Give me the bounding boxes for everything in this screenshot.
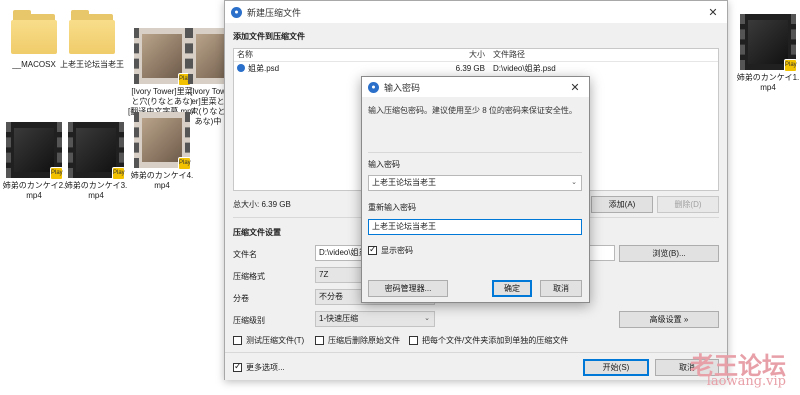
close-icon[interactable]: ✕ [699, 6, 727, 19]
reenter-password-input[interactable]: 上老王论坛当老王 [368, 219, 582, 235]
video-thumbnail: Play [6, 122, 63, 180]
column-header-size[interactable]: 大小 [424, 49, 489, 61]
split-label: 分卷 [233, 294, 249, 303]
enter-password-label: 输入密码 [368, 160, 400, 169]
separate-archives-checkbox[interactable]: 把每个文件/文件夹添加到单独的压缩文件 [409, 335, 568, 346]
chevron-down-icon: ⌄ [424, 315, 430, 322]
enter-password-input[interactable]: 上老王论坛当老王 ⌄ [368, 175, 582, 191]
file-row[interactable]: 姐弟.psd 6.39 GB D:\video\姐弟.psd [234, 62, 718, 75]
window-title: 新建压缩文件 [247, 7, 302, 18]
password-hint: 输入压缩包密码。建议使用至少 8 位的密码来保证安全性。 [368, 106, 577, 115]
checkbox-box [315, 336, 324, 345]
advanced-settings-button[interactable]: 高级设置 » [619, 311, 719, 328]
add-button[interactable]: 添加(A) [591, 196, 653, 213]
format-value: 7Z [319, 270, 329, 279]
start-button[interactable]: 开始(S) [583, 359, 649, 376]
video-thumbnail: Play [134, 28, 191, 86]
dialog-cancel-button[interactable]: 取消 [540, 280, 582, 297]
checkbox-box [409, 336, 418, 345]
filename-label: 文件名 [233, 250, 257, 259]
settings-heading: 压缩文件设置 [233, 228, 281, 237]
total-size: 总大小: 6.39 GB [233, 200, 291, 209]
desktop-video-ivory-1[interactable]: Play [Ivory Tower]里菜と穴(りなとあな)[翻译中文字幕.mp4 [128, 28, 196, 117]
close-icon[interactable]: ✕ [561, 81, 589, 94]
browse-button[interactable]: 浏览(B)... [619, 245, 719, 262]
desktop-video-kankei-4[interactable]: Play 姉弟のカンケイ4.mp4 [128, 112, 196, 191]
bottom-bar: 更多选项... 开始(S) 取消 [225, 352, 727, 380]
chevron-down-icon[interactable]: ⌄ [571, 176, 577, 190]
level-value: 1-快速压缩 [319, 314, 359, 323]
file-name: 姐弟.psd [248, 64, 280, 73]
folder-icon [69, 10, 115, 54]
checkbox-box [233, 336, 242, 345]
format-label: 压缩格式 [233, 272, 265, 281]
checkbox-box [233, 361, 242, 372]
delete-button[interactable]: 删除(D) [657, 196, 719, 213]
reenter-password-label: 重新输入密码 [368, 203, 416, 212]
desktop-item-label: 上老王论坛当老王 [60, 60, 124, 69]
level-select[interactable]: 1-快速压缩 ⌄ [315, 311, 435, 327]
delete-after-checkbox[interactable]: 压缩后删除原始文件 [315, 335, 400, 346]
watermark-url: laowang.vip [706, 374, 786, 389]
test-archive-checkbox[interactable]: 测试压缩文件(T) [233, 335, 304, 346]
play-badge-icon: Play [178, 157, 191, 170]
delete-after-label: 压缩后删除原始文件 [328, 336, 400, 345]
show-password-label: 显示密码 [381, 246, 413, 255]
show-password-checkbox[interactable]: 显示密码 [368, 244, 413, 256]
desktop-item-label: 姉弟のカンケイ2.mp4 [2, 181, 66, 200]
column-header-name[interactable]: 名称 [234, 49, 424, 61]
app-logo-icon: ● [368, 81, 379, 93]
window-titlebar[interactable]: ● 新建压缩文件 ✕ [225, 1, 727, 23]
more-options-label: 更多选项... [246, 363, 285, 372]
file-type-icon [237, 64, 245, 72]
desktop-video-kankei-2[interactable]: Play 姉弟のカンケイ2.mp4 [0, 122, 68, 201]
desktop-video-kankei-3[interactable]: Play 姉弟のカンケイ3.mp4 [62, 122, 130, 201]
dialog-titlebar[interactable]: ● 输入密码 ✕ [362, 77, 589, 97]
video-thumbnail: Play [68, 122, 125, 180]
more-options-checkbox[interactable]: 更多选项... [233, 361, 285, 373]
folder-icon [11, 10, 57, 54]
ok-button[interactable]: 确定 [492, 280, 532, 297]
desktop-folder-laowang[interactable]: 上老王论坛当老王 [58, 10, 126, 70]
video-thumbnail: Play [134, 112, 191, 170]
desktop-item-label: 姉弟のカンケイ1.mp4 [736, 73, 800, 92]
password-dialog: ● 输入密码 ✕ 输入压缩包密码。建议使用至少 8 位的密码来保证安全性。 输入… [361, 76, 590, 303]
file-size: 6.39 GB [455, 64, 485, 73]
app-logo-icon: ● [231, 6, 242, 18]
desktop-video-kankei-1[interactable]: Play 姉弟のカンケイ1.mp4 [734, 14, 800, 93]
video-thumbnail: Play [740, 14, 797, 72]
password-manager-button[interactable]: 密码管理器... [368, 280, 448, 297]
column-header-path[interactable]: 文件路径 [489, 49, 525, 61]
checkbox-box [368, 244, 377, 255]
dialog-title: 输入密码 [384, 82, 421, 93]
desktop-item-label: 姉弟のカンケイ3.mp4 [64, 181, 128, 200]
level-label: 压缩级别 [233, 316, 265, 325]
add-files-heading: 添加文件到压缩文件 [233, 32, 305, 41]
split-value: 不分卷 [319, 292, 343, 301]
test-archive-label: 测试压缩文件(T) [246, 336, 305, 345]
file-path: D:\video\姐弟.psd [493, 64, 556, 73]
play-badge-icon: Play [112, 167, 125, 180]
enter-password-value: 上老王论坛当老王 [372, 178, 436, 187]
desktop-item-label: 姉弟のカンケイ4.mp4 [130, 171, 194, 190]
separate-archives-label: 把每个文件/文件夹添加到单独的压缩文件 [422, 336, 569, 345]
play-badge-icon: Play [784, 59, 797, 72]
video-thumbnail [188, 28, 228, 84]
